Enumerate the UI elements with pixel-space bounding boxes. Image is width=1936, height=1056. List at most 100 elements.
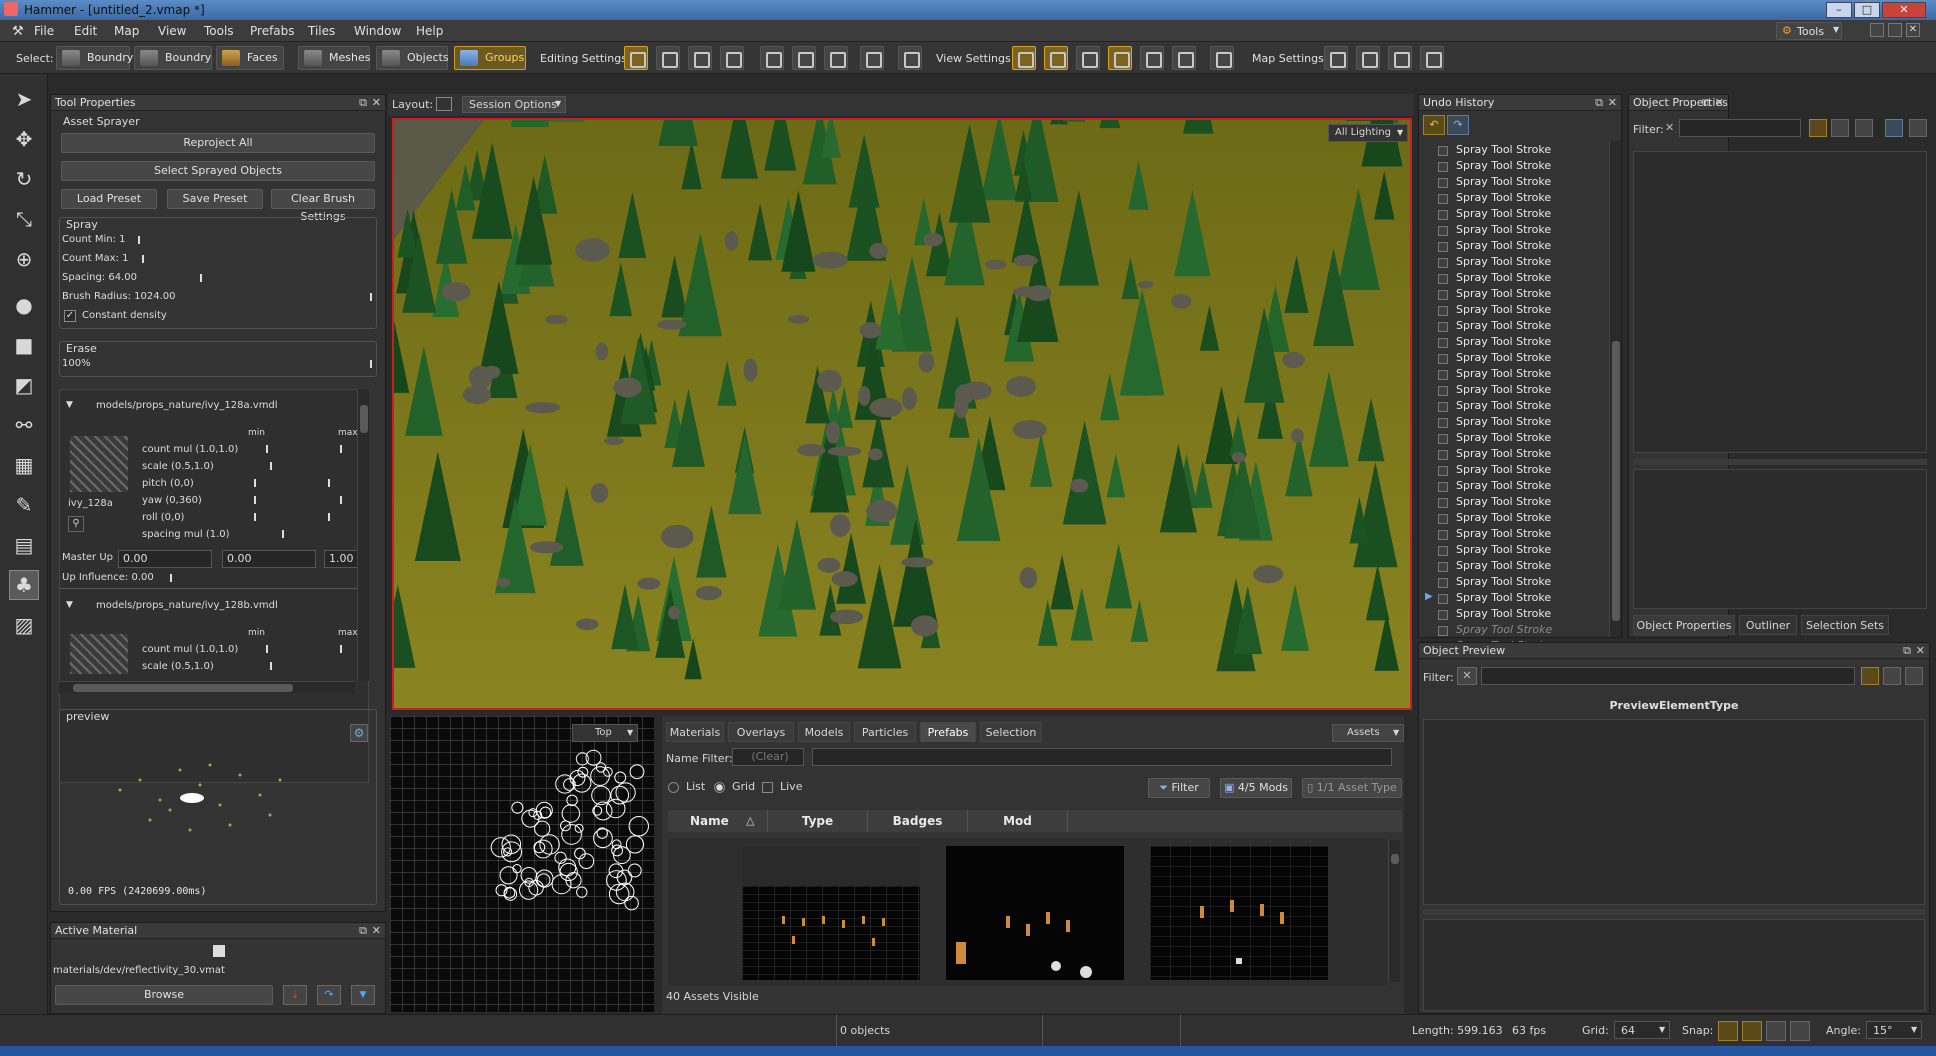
undo-entry[interactable]: Spray Tool Stroke (1456, 479, 1551, 492)
person-icon[interactable] (1885, 119, 1903, 137)
tools-dropdown[interactable]: ⚙ Tools ▼ (1776, 22, 1842, 40)
block-tool-icon[interactable]: ■ (9, 330, 39, 360)
editing-setting-icon-1[interactable] (624, 46, 648, 70)
preview-settings-gear-icon[interactable]: ⚙ (350, 724, 368, 742)
asset-grid-scrollbar[interactable] (1388, 840, 1400, 982)
undo-entry[interactable]: Spray Tool Stroke (1456, 559, 1551, 572)
editing-setting-icon-5[interactable] (760, 46, 784, 70)
detail-view-icon[interactable] (1831, 119, 1849, 137)
menu-map[interactable]: Map (114, 24, 139, 38)
spacing-mul-handle[interactable] (282, 530, 284, 538)
count-max-slider[interactable] (142, 255, 144, 263)
sort-ascending-icon[interactable]: △ (746, 814, 754, 827)
scrollbar-thumb[interactable] (1612, 341, 1620, 621)
lighting-dropdown[interactable]: All Lighting ▼ (1328, 124, 1408, 142)
undo-entry[interactable]: Spray Tool Stroke (1456, 431, 1551, 444)
up-influence-slider[interactable] (170, 574, 172, 582)
tab-selection-sets[interactable]: Selection Sets (1801, 615, 1889, 635)
editing-setting-icon-6[interactable] (792, 46, 816, 70)
yaw-max-handle[interactable] (340, 496, 342, 504)
select-groups-button[interactable]: Groups (454, 46, 526, 70)
menu-edit[interactable]: Edit (74, 24, 97, 38)
column-type[interactable]: Type (768, 810, 868, 832)
minimize-button[interactable]: – (1826, 2, 1852, 18)
name-filter-input[interactable] (812, 748, 1392, 766)
layout-grid-icon[interactable] (436, 97, 452, 111)
select-sprayed-objects-button[interactable]: Select Sprayed Objects (61, 161, 375, 181)
clear-x-icon[interactable]: ✕ (1457, 667, 1477, 685)
snap-grid-icon[interactable] (1742, 1021, 1762, 1041)
undo-entry[interactable]: Spray Tool Stroke (1456, 271, 1551, 284)
undo-entry[interactable]: Spray Tool Stroke (1456, 591, 1551, 604)
reproject-all-button[interactable]: Reproject All (61, 133, 375, 153)
undo-entry[interactable]: Spray Tool Stroke (1456, 207, 1551, 220)
maximize-button[interactable]: □ (1854, 2, 1880, 18)
select-objects-button[interactable]: Objects (376, 46, 449, 70)
undo-entry[interactable]: Spray Tool Stroke (1456, 543, 1551, 556)
master-up-y-field[interactable]: 0.00 (222, 550, 316, 568)
undo-entry[interactable]: Spray Tool Stroke (1456, 367, 1551, 380)
clear-brush-settings-button[interactable]: Clear Brush Settings (271, 189, 375, 223)
undo-entry[interactable]: Spray Tool Stroke (1456, 143, 1551, 156)
undo-entry[interactable]: Spray Tool Stroke (1456, 447, 1551, 460)
undo-entry[interactable]: Spray Tool Stroke (1456, 623, 1552, 636)
select-boundry-2-button[interactable]: Boundry (134, 46, 212, 70)
terrain-tool-icon[interactable]: ▨ (9, 610, 39, 640)
column-badges[interactable]: Badges (868, 810, 968, 832)
material-pick-icon[interactable]: ⤓ (283, 985, 307, 1005)
snap-angle-icon[interactable] (1790, 1021, 1810, 1041)
angle-dropdown[interactable]: 15° ▼ (1866, 1021, 1922, 1039)
undo-entry[interactable]: Spray Tool Stroke (1456, 303, 1551, 316)
live-checkbox[interactable] (762, 782, 773, 793)
undo-entry[interactable]: Spray Tool Stroke (1456, 399, 1551, 412)
close-icon[interactable]: ✕ (1608, 95, 1617, 110)
pivot-tool-icon[interactable]: ⊕ (9, 244, 39, 274)
model-list-hscrollbar[interactable] (59, 681, 355, 693)
undo-entry[interactable]: Spray Tool Stroke (1456, 159, 1551, 172)
undo-entry[interactable]: Spray Tool Stroke (1456, 335, 1551, 348)
close-window-button[interactable]: ✕ (1882, 2, 1926, 18)
prefab-thumbnail[interactable] (946, 846, 1124, 980)
close-icon[interactable]: ✕ (372, 95, 381, 110)
rotate-tool-icon[interactable]: ↻ (9, 164, 39, 194)
top-view-dropdown[interactable]: Top ▼ (572, 724, 638, 742)
asset-sprayer-tool-icon[interactable]: ♣ (9, 570, 39, 600)
list-view-icon[interactable] (1861, 667, 1879, 685)
paint-tool-icon[interactable]: ✎ (9, 490, 39, 520)
float-icon[interactable]: ⧉ (359, 95, 367, 110)
select-meshes-button[interactable]: Meshes (298, 46, 370, 70)
undo-scrollbar[interactable] (1609, 141, 1621, 637)
float-icon[interactable]: ⧉ (1702, 95, 1710, 110)
path-tool-icon[interactable]: ⚯ (9, 410, 39, 440)
editing-setting-icon-7[interactable] (824, 46, 848, 70)
browse-button[interactable]: Browse (55, 985, 273, 1005)
master-up-x-field[interactable]: 0.00 (118, 550, 212, 568)
grid-view-icon[interactable] (1172, 46, 1196, 70)
roll-max-handle[interactable] (328, 513, 330, 521)
view-setting-icon-7[interactable] (1210, 46, 1234, 70)
map-setting-icon-3[interactable] (1388, 46, 1412, 70)
undo-entry[interactable]: Spray Tool Stroke (1456, 527, 1551, 540)
entity-tool-icon[interactable]: ● (9, 290, 39, 320)
undo-entry[interactable]: Spray Tool Stroke (1456, 223, 1551, 236)
tab-models[interactable]: Models (798, 722, 850, 742)
menu-view[interactable]: View (158, 24, 186, 38)
undo-entry[interactable]: Spray Tool Stroke (1456, 175, 1551, 188)
tab-outliner[interactable]: Outliner (1739, 615, 1797, 635)
menu-tiles[interactable]: Tiles (308, 24, 335, 38)
menu-file[interactable]: File (34, 24, 54, 38)
pitch-max-handle[interactable] (328, 479, 330, 487)
editing-setting-icon-8[interactable] (860, 46, 884, 70)
editing-setting-icon-2[interactable] (656, 46, 680, 70)
select-faces-button[interactable]: Faces (216, 46, 284, 70)
brush-radius-slider[interactable] (370, 293, 372, 301)
close-icon[interactable]: ✕ (1916, 643, 1925, 658)
tab-prefabs[interactable]: Prefabs (920, 722, 976, 742)
chevron-down-icon[interactable]: ▼ (351, 985, 375, 1005)
tab-materials[interactable]: Materials (666, 722, 724, 742)
asset-type-button[interactable]: ▯ 1/1 Asset Type (1302, 778, 1402, 798)
clear-x-icon[interactable]: ✕ (1665, 121, 1679, 135)
count-mul-max-handle[interactable] (340, 645, 342, 653)
settings-grid-icon[interactable] (1909, 119, 1927, 137)
undo-entry[interactable]: Spray Tool Stroke (1456, 191, 1551, 204)
